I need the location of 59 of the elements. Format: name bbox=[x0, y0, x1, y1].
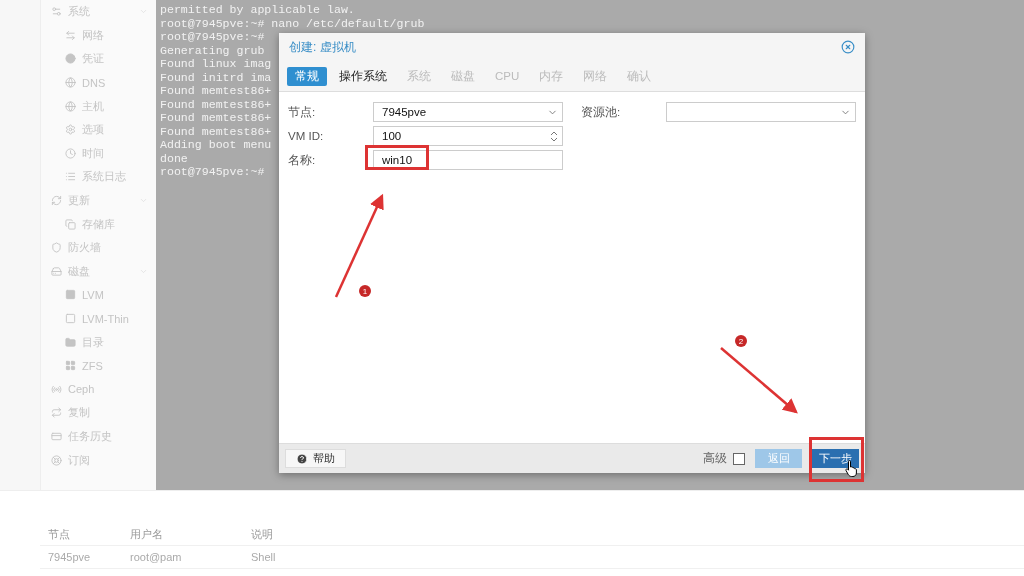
dialog-title: 创建: 虚拟机 bbox=[289, 38, 356, 56]
arrows-icon bbox=[65, 29, 76, 41]
terminal-line: permitted by applicable law. bbox=[160, 3, 355, 17]
gear-icon bbox=[65, 124, 76, 136]
dropdown-field[interactable]: 7945pve bbox=[373, 102, 563, 122]
column-header[interactable]: 用户名 bbox=[122, 526, 243, 542]
square-icon bbox=[65, 313, 76, 324]
field-label: 资源池: bbox=[581, 104, 622, 120]
terminal-line: Adding boot menu bbox=[160, 138, 272, 152]
terminal-line: done bbox=[160, 151, 188, 165]
column-header[interactable]: 说明 bbox=[243, 526, 443, 542]
terminal-line: root@7945pve:~# nano /etc/default/grub bbox=[160, 16, 425, 30]
shield-icon bbox=[51, 242, 62, 254]
panel-icon bbox=[51, 431, 62, 442]
globe-icon bbox=[65, 100, 76, 112]
gears-icon bbox=[51, 6, 62, 18]
terminal-line: Found memtest86+ bbox=[160, 97, 272, 111]
copy-icon bbox=[65, 218, 76, 230]
drive-icon bbox=[51, 265, 62, 277]
field-label: VM ID: bbox=[288, 130, 325, 142]
tab[interactable]: 常规 bbox=[287, 66, 327, 86]
checkbox[interactable] bbox=[733, 452, 745, 465]
signal-icon bbox=[51, 383, 62, 395]
help-icon bbox=[296, 452, 308, 465]
globe-icon bbox=[65, 77, 76, 89]
dot-icon bbox=[65, 53, 76, 65]
close-icon[interactable] bbox=[841, 40, 855, 54]
input-field[interactable]: 100 bbox=[373, 126, 563, 146]
tab[interactable]: 操作系统 bbox=[331, 66, 395, 86]
highlight-frame bbox=[809, 437, 864, 482]
grid-icon bbox=[65, 360, 76, 372]
terminal-line: Generating grub bbox=[160, 43, 265, 57]
clock-icon bbox=[65, 147, 76, 159]
terminal-line: Found linux imag bbox=[160, 57, 272, 71]
terminal-line: Found memtest86+ bbox=[160, 111, 272, 125]
field-label: 名称: bbox=[288, 152, 317, 168]
square-icon bbox=[65, 289, 76, 301]
list-icon bbox=[65, 171, 76, 183]
column-header[interactable]: 节点 bbox=[40, 526, 122, 542]
field-label: 节点: bbox=[288, 104, 317, 120]
lifebuoy-icon bbox=[51, 454, 62, 466]
spinner-icon[interactable] bbox=[550, 129, 558, 143]
terminal-line: Found memtest86+ bbox=[160, 84, 272, 98]
terminal-line: root@7945pve:~# bbox=[160, 30, 265, 44]
repeat-icon bbox=[51, 407, 62, 419]
highlight-frame bbox=[365, 145, 429, 170]
terminal-line: Found memtest86+ bbox=[160, 124, 272, 138]
dropdown-field[interactable] bbox=[666, 102, 856, 122]
help-button[interactable]: 帮助 bbox=[285, 449, 346, 468]
folder-icon bbox=[65, 336, 76, 348]
table-cell-text: root@pam bbox=[129, 551, 183, 563]
refresh-icon bbox=[51, 195, 62, 207]
terminal-line: root@7945pve:~# bbox=[160, 165, 265, 179]
table-cell-text: 7945pve bbox=[47, 551, 92, 563]
next-button[interactable]: 下一步 bbox=[812, 449, 859, 468]
table-cell-text: Shell bbox=[250, 551, 277, 563]
advanced-label: 高级 bbox=[703, 451, 727, 466]
input-field[interactable]: win10 bbox=[373, 150, 563, 170]
terminal-line: Found initrd ima bbox=[160, 70, 272, 84]
